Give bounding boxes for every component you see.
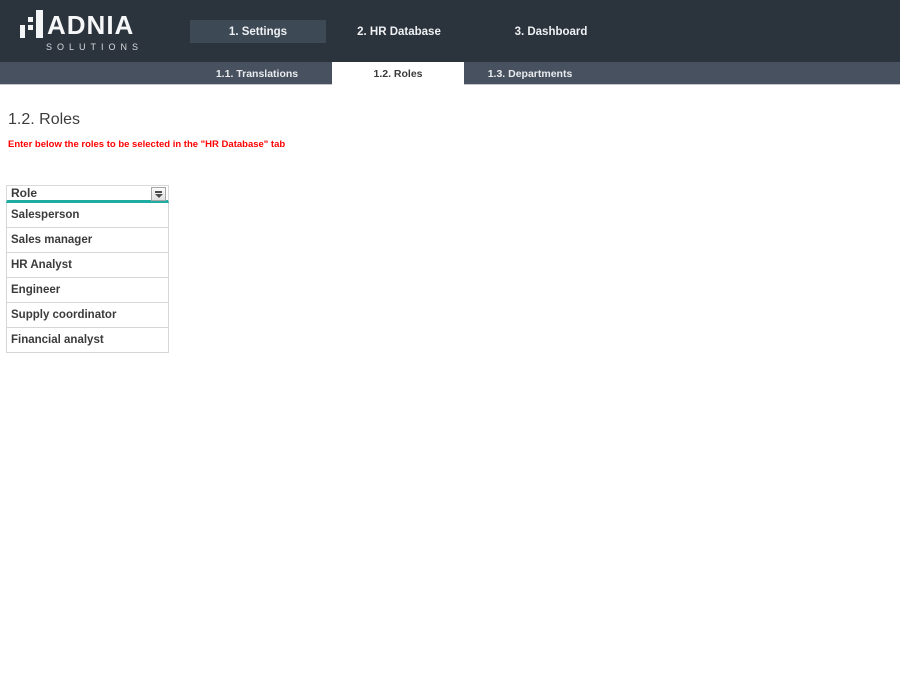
- page-instruction-note: Enter below the roles to be selected in …: [8, 139, 285, 150]
- adnia-bar-chart-icon: [20, 10, 43, 38]
- nav-settings-button[interactable]: 1. Settings: [190, 20, 326, 43]
- brand-name: ADNIA: [47, 12, 134, 38]
- table-row[interactable]: Engineer: [6, 278, 169, 303]
- filter-dropdown-button[interactable]: [151, 187, 166, 201]
- tab-translations[interactable]: 1.1. Translations: [190, 62, 324, 85]
- roles-column-header-label: Role: [11, 186, 37, 200]
- page-title: 1.2. Roles: [8, 111, 80, 129]
- nav-dashboard-button[interactable]: 3. Dashboard: [481, 20, 621, 43]
- sub-nav: 1.1. Translations 1.2. Roles 1.3. Depart…: [0, 62, 900, 85]
- app-header: ADNIA SOLUTIONS 1. Settings 2. HR Databa…: [0, 0, 900, 62]
- nav-hr-database-button[interactable]: 2. HR Database: [330, 20, 468, 43]
- tab-roles-active[interactable]: 1.2. Roles: [332, 62, 464, 85]
- roles-table-header-cell[interactable]: Role: [6, 185, 169, 203]
- table-row[interactable]: Financial analyst: [6, 328, 169, 353]
- table-row[interactable]: Sales manager: [6, 228, 169, 253]
- roles-table: Role Salesperson Sales manager HR Analys…: [6, 185, 169, 353]
- table-row[interactable]: Salesperson: [6, 203, 169, 228]
- brand-logo: ADNIA SOLUTIONS: [20, 10, 150, 52]
- table-row[interactable]: Supply coordinator: [6, 303, 169, 328]
- table-row[interactable]: HR Analyst: [6, 253, 169, 278]
- brand-tagline: SOLUTIONS: [46, 42, 150, 52]
- tab-departments[interactable]: 1.3. Departments: [464, 62, 596, 85]
- dropdown-arrow-icon: [155, 191, 162, 193]
